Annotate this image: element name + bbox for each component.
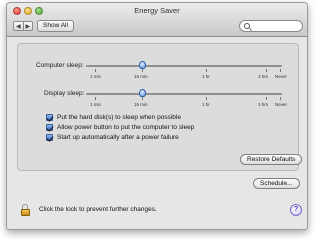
energy-saver-window: Energy Saver ◀ ▶ Show All Computer sleep…	[6, 2, 308, 230]
display-sleep-tick-label: 1 min	[90, 102, 102, 107]
forward-button[interactable]: ▶	[22, 22, 33, 30]
hard-disk-sleep-option[interactable]: Put the hard disk(s) to sleep when possi…	[46, 114, 181, 121]
display-sleep-tick-label: Never	[275, 102, 288, 107]
hard-disk-sleep-checkbox[interactable]	[46, 114, 53, 121]
power-button-sleep-option[interactable]: Allow power button to put the computer t…	[46, 124, 194, 131]
tick	[280, 97, 281, 100]
computer-sleep-slider-thumb[interactable]	[139, 61, 146, 69]
lock-body	[21, 209, 30, 216]
display-sleep-tick-label: 3 hrs	[258, 102, 269, 107]
display-sleep-tick-label: 15 min	[134, 102, 148, 107]
tick	[266, 69, 267, 72]
tick	[280, 69, 281, 72]
display-sleep-tick-label: 1 hr	[202, 102, 210, 107]
search-icon	[244, 23, 250, 29]
auto-startup-checkbox[interactable]	[46, 134, 53, 141]
hard-disk-sleep-label: Put the hard disk(s) to sleep when possi…	[57, 114, 181, 121]
restore-defaults-button[interactable]: Restore Defaults	[240, 154, 303, 165]
display-sleep-slider-track[interactable]	[86, 93, 282, 95]
tick	[95, 69, 96, 72]
display-sleep-label: Display sleep:	[44, 90, 85, 97]
tick	[142, 97, 143, 100]
title-bar: Energy Saver ◀ ▶ Show All	[7, 3, 307, 37]
power-button-sleep-checkbox[interactable]	[46, 124, 53, 131]
tick	[142, 69, 143, 72]
window-title: Energy Saver	[134, 6, 180, 15]
search-input[interactable]	[252, 22, 300, 30]
schedule-button[interactable]: Schedule...	[253, 178, 300, 189]
auto-startup-label: Start up automatically after a power fai…	[57, 134, 179, 141]
computer-sleep-label: Computer sleep:	[36, 62, 84, 69]
back-forward-group: ◀ ▶	[13, 21, 33, 31]
help-button[interactable]: ?	[290, 204, 302, 216]
computer-sleep-tick-label: 15 min	[134, 74, 148, 79]
back-arrow-icon: ◀	[15, 23, 21, 30]
tick	[206, 97, 207, 100]
settings-panel: Computer sleep: 1 min 15 min 1 hr 3 hrs …	[17, 43, 303, 171]
power-button-sleep-label: Allow power button to put the computer t…	[57, 124, 195, 131]
lock-status-text: Click the lock to prevent further change…	[39, 206, 157, 213]
computer-sleep-slider-track[interactable]	[86, 65, 282, 67]
tick	[266, 97, 267, 100]
computer-sleep-tick-label: 3 hrs	[258, 74, 269, 79]
back-button[interactable]: ◀	[14, 22, 23, 30]
tick	[206, 69, 207, 72]
lock-icon[interactable]	[21, 204, 31, 216]
computer-sleep-tick-label: 1 min	[90, 74, 102, 79]
forward-arrow-icon: ▶	[25, 23, 31, 30]
computer-sleep-tick-label: Never	[275, 74, 288, 79]
display-sleep-slider-thumb[interactable]	[139, 89, 146, 97]
computer-sleep-tick-label: 1 hr	[202, 74, 210, 79]
show-all-button[interactable]: Show All	[37, 20, 74, 32]
auto-startup-option[interactable]: Start up automatically after a power fai…	[46, 134, 179, 141]
tick	[95, 97, 96, 100]
search-field[interactable]	[239, 20, 303, 32]
